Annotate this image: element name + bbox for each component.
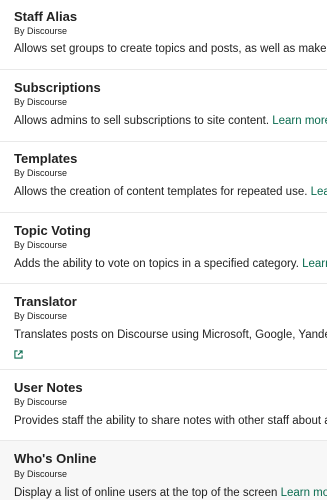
learn-more-link[interactable] (14, 345, 23, 363)
plugin-description: Provides staff the ability to share note… (14, 414, 327, 428)
plugin-author: By Discourse (14, 397, 68, 407)
plugin-description-text: Allows the creation of content templates… (14, 186, 308, 198)
plugin-description: Display a list of online users at the to… (14, 486, 327, 500)
plugin-name: Topic Voting (14, 223, 91, 238)
plugin-name: Translator (14, 294, 77, 309)
plugin-description-text: Adds the ability to vote on topics in a … (14, 258, 299, 270)
plugin-author: By Discourse (14, 469, 68, 479)
plugin-description-text: Translates posts on Discourse using Micr… (14, 329, 327, 341)
plugin-description-text: Display a list of online users at the to… (14, 487, 278, 499)
plugin-description-text: Allows admins to sell subscriptions to s… (14, 115, 270, 127)
external-link-icon (14, 350, 23, 359)
plugin-description: Translates posts on Discourse using Micr… (14, 328, 327, 342)
learn-more-link[interactable]: Learn mo (302, 258, 327, 270)
plugin-author: By Discourse (14, 168, 68, 178)
plugin-item-topic-voting: Topic Voting By Discourse Adds the abili… (0, 213, 327, 284)
plugin-item-subscriptions: Subscriptions By Discourse Allows admins… (0, 70, 327, 142)
plugin-description: Adds the ability to vote on topics in a … (14, 257, 327, 271)
learn-more-label: Learn more (280, 487, 327, 499)
learn-more-link[interactable]: Learn more (281, 487, 327, 499)
plugin-name: User Notes (14, 380, 83, 395)
plugin-author: By Discourse (14, 26, 68, 36)
plugin-description: Allows admins to sell subscriptions to s… (14, 114, 327, 128)
plugin-author: By Discourse (14, 97, 68, 107)
learn-more-link[interactable]: Learn mo (311, 186, 327, 198)
learn-more-label: Learn more (272, 115, 327, 127)
plugin-item-staff-alias: Staff Alias By Discourse Allows set grou… (0, 0, 327, 70)
plugin-description: Allows set groups to create topics and p… (14, 42, 327, 56)
plugin-author: By Discourse (14, 311, 68, 321)
plugin-author: By Discourse (14, 240, 68, 250)
plugin-name: Templates (14, 151, 78, 166)
plugin-item-user-notes: User Notes By Discourse Provides staff t… (0, 370, 327, 441)
plugin-item-translator: Translator By Discourse Translates posts… (0, 284, 327, 370)
plugin-name: Subscriptions (14, 80, 101, 95)
plugin-name: Staff Alias (14, 9, 78, 24)
plugin-item-whos-online: Who's Online By Discourse Display a list… (0, 441, 327, 500)
plugin-description-text: Provides staff the ability to share note… (14, 415, 327, 427)
plugin-description: Allows the creation of content templates… (14, 185, 327, 199)
plugin-name: Who's Online (14, 451, 97, 466)
plugin-item-templates: Templates By Discourse Allows the creati… (0, 142, 327, 213)
plugin-list: Staff Alias By Discourse Allows set grou… (0, 0, 327, 500)
plugin-description-text: Allows set groups to create topics and p… (14, 43, 327, 55)
learn-more-link[interactable]: Learn more (272, 115, 327, 127)
